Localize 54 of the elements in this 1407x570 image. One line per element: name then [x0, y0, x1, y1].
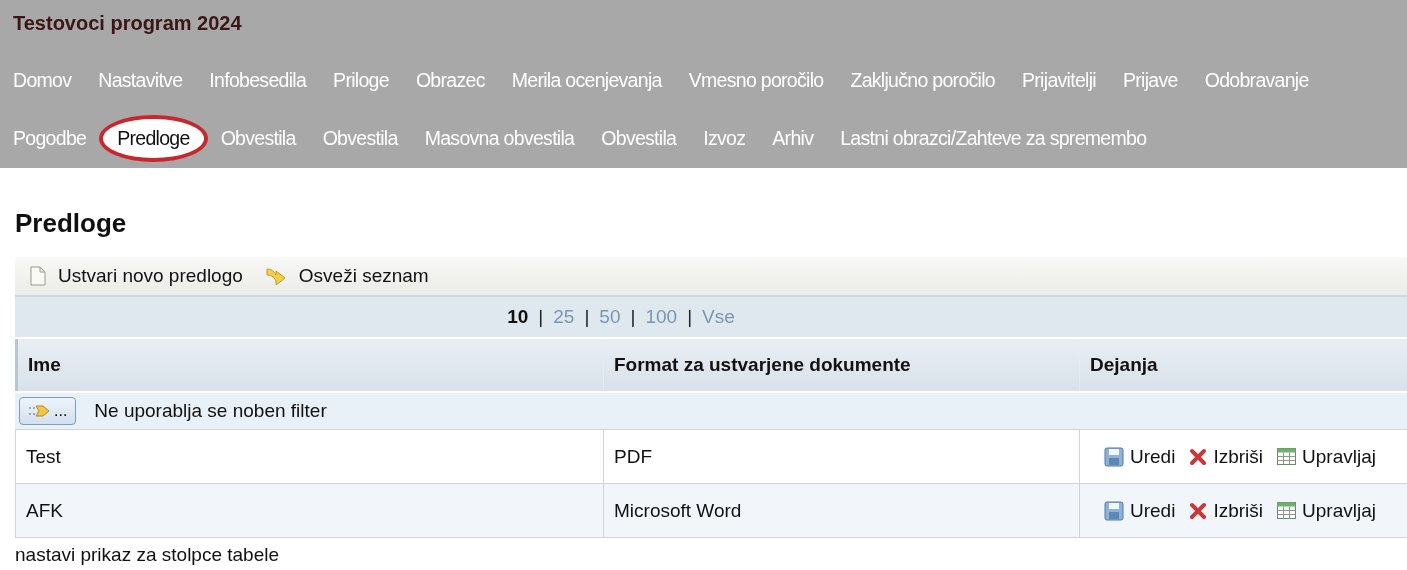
column-header: Ime: [15, 339, 603, 391]
column-header: Dejanja: [1079, 339, 1407, 391]
table-cell: AFK: [15, 484, 603, 538]
nav-tab[interactable]: Masovna obvestila: [424, 126, 575, 150]
nav-tab[interactable]: Priloge: [333, 68, 389, 92]
nav-tab[interactable]: Izvoz: [703, 126, 746, 150]
edit-link[interactable]: Uredi: [1104, 445, 1176, 468]
table-grid-icon: [1277, 502, 1297, 519]
nav-tab[interactable]: Predloge: [99, 114, 208, 162]
separator: |: [584, 306, 590, 328]
cross-icon: [1189, 447, 1208, 466]
nav-tab[interactable]: Prijave: [1122, 68, 1178, 92]
nav-tab[interactable]: Merila ocenjevanja: [511, 68, 662, 92]
filter-button[interactable]: ...: [19, 397, 77, 425]
separator: |: [630, 306, 636, 328]
filter-status: Ne uporablja se noben filter: [94, 400, 327, 422]
column-settings-link[interactable]: nastavi prikaz za stolpce tabele: [15, 544, 280, 566]
nav-tab[interactable]: Obvestila: [220, 126, 296, 150]
nav-tab[interactable]: Pogodbe: [13, 126, 87, 150]
nav-tab[interactable]: Obrazec: [415, 68, 485, 92]
refresh-list-button[interactable]: Osveži seznam: [264, 265, 429, 287]
new-template-button[interactable]: Ustvari novo predlogo: [30, 265, 243, 287]
nav-tab[interactable]: Lastni obrazci/Zahteve za spremembo: [840, 126, 1147, 150]
edit-link[interactable]: Uredi: [1104, 499, 1176, 522]
funnel-arrow-icon: [28, 404, 50, 418]
delete-link[interactable]: Izbriši: [1189, 445, 1264, 468]
cross-icon: [1189, 501, 1208, 520]
page-heading: Predloge: [15, 208, 127, 239]
nav-tab[interactable]: Prijavitelji: [1022, 68, 1096, 92]
separator: |: [538, 306, 544, 328]
page-size-link[interactable]: 10: [507, 306, 529, 328]
document-icon: [30, 266, 46, 286]
page-size-link[interactable]: 50: [599, 306, 621, 328]
manage-link[interactable]: Upravljaj: [1277, 445, 1376, 468]
nav-tab[interactable]: Zaključno poročilo: [850, 68, 995, 92]
column-header: Format za ustvarjene dokumente: [603, 339, 1079, 391]
app-title: Testovoci program 2024: [13, 12, 242, 35]
page-size-link[interactable]: 100: [645, 306, 678, 328]
nav-tab[interactable]: Infobesedila: [209, 68, 307, 92]
nav-tab[interactable]: Obvestila: [601, 126, 677, 150]
nav-tab[interactable]: Obvestila: [322, 126, 398, 150]
page-size-link[interactable]: Vse: [702, 306, 735, 328]
nav-tab[interactable]: Vmesno poročilo: [688, 68, 824, 92]
nav-tab[interactable]: Arhiv: [772, 126, 814, 150]
separator: |: [687, 306, 693, 328]
nav-tab[interactable]: Nastavitve: [98, 68, 183, 92]
table-grid-icon: [1277, 448, 1297, 465]
table-cell: Microsoft Word: [603, 484, 1079, 538]
curved-arrow-icon: [264, 266, 287, 286]
nav-tab[interactable]: Odobravanje: [1204, 68, 1309, 92]
nav-tab[interactable]: Domov: [13, 68, 72, 92]
manage-link[interactable]: Upravljaj: [1277, 499, 1376, 522]
delete-link[interactable]: Izbriši: [1189, 499, 1264, 522]
page-size-link[interactable]: 25: [553, 306, 575, 328]
